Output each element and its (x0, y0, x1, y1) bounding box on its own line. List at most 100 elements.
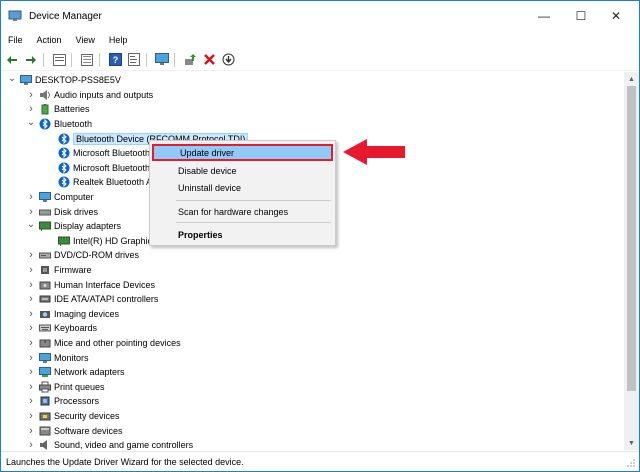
tree-node-label: IDE ATA/ATAPI controllers (54, 294, 159, 305)
details-button[interactable] (126, 52, 142, 68)
menu-help[interactable]: Help (102, 35, 135, 45)
chevron-right-icon[interactable]: › (26, 425, 36, 437)
tree-node-security-devices[interactable]: › Security devices (26, 409, 119, 424)
camera-icon (39, 308, 51, 320)
chevron-right-icon[interactable]: › (26, 322, 36, 334)
tree-node-bluetooth[interactable]: ⌄ Bluetooth (26, 117, 92, 132)
chevron-down-icon[interactable]: ⌄ (26, 219, 36, 230)
chevron-right-icon[interactable]: › (26, 103, 36, 115)
chevron-right-icon[interactable]: › (26, 381, 36, 393)
chevron-right-icon[interactable]: › (26, 206, 36, 218)
context-item-update-driver[interactable]: Update driver (152, 144, 333, 161)
monitor-button[interactable] (154, 52, 170, 68)
tree-node-intel-r-hd-graphics[interactable]: Intel(R) HD Graphics (45, 234, 157, 249)
context-item-disable-device[interactable]: Disable device (152, 162, 333, 179)
scan-button[interactable] (220, 52, 236, 68)
tree-node-monitors[interactable]: › Monitors (26, 350, 88, 365)
tree-node-label: Network adapters (54, 367, 125, 378)
speaker-icon (39, 89, 51, 101)
bluetooth-icon (39, 118, 51, 130)
tree-node-disk-drives[interactable]: › Disk drives (26, 204, 98, 219)
tree-node-audio-inputs-and-outputs[interactable]: › Audio inputs and outputs (26, 88, 153, 103)
tree-node-firmware[interactable]: › Firmware (26, 263, 92, 278)
context-item-scan-hardware[interactable]: Scan for hardware changes (152, 203, 333, 220)
chevron-right-icon[interactable]: › (26, 395, 36, 407)
context-separator (176, 200, 331, 201)
disk-icon (39, 206, 51, 218)
sound-icon (39, 439, 51, 450)
svg-text:?: ? (112, 55, 118, 65)
chevron-down-icon[interactable]: ⌄ (26, 117, 36, 128)
tree-node-dvd-cd-rom-drives[interactable]: › DVD/CD-ROM drives (26, 248, 139, 263)
chevron-right-icon[interactable]: › (26, 366, 36, 378)
back-arrow-icon (7, 55, 17, 64)
tree-node-computer[interactable]: › Computer (26, 190, 93, 205)
chevron-right-icon[interactable]: › (26, 337, 36, 349)
menu-view[interactable]: View (69, 35, 102, 45)
tree-node-network-adapters[interactable]: › Network adapters (26, 365, 125, 380)
tree-node-keyboards[interactable]: › Keyboards (26, 321, 97, 336)
chevron-right-icon[interactable]: › (26, 352, 36, 364)
context-menu: Update driver Disable device Uninstall d… (149, 140, 336, 246)
tree-node-label: Software devices (54, 425, 123, 436)
chevron-down-icon[interactable]: ⌄ (7, 73, 17, 84)
tree-node-print-queues[interactable]: › Print queues (26, 380, 104, 395)
help-button[interactable]: ? (107, 52, 123, 68)
tree-node-software-devices[interactable]: › Software devices (26, 423, 123, 438)
chevron-right-icon[interactable]: › (26, 308, 36, 320)
chip-icon (39, 264, 51, 276)
chevron-right-icon[interactable]: › (26, 191, 36, 203)
tree-node-imaging-devices[interactable]: › Imaging devices (26, 307, 119, 322)
scroll-down-icon[interactable]: ▼ (624, 436, 639, 450)
chevron-right-icon[interactable]: › (26, 410, 36, 422)
tree-root-node[interactable]: ⌄ DESKTOP-PSS8E5V (7, 73, 121, 88)
tree-node-label: Display adapters (54, 221, 122, 232)
printer-icon (39, 381, 51, 393)
context-item-label: Scan for hardware changes (178, 206, 289, 217)
chevron-right-icon[interactable]: › (26, 293, 36, 305)
resize-grip-icon[interactable] (626, 458, 636, 468)
menu-file[interactable]: File (1, 35, 30, 45)
toolbar-separator (43, 52, 44, 67)
chevron-right-icon[interactable]: › (26, 249, 36, 261)
chevron-right-icon[interactable]: › (26, 279, 36, 291)
context-item-uninstall-device[interactable]: Uninstall device (152, 179, 333, 196)
tree-node-human-interface-devices[interactable]: › Human Interface Devices (26, 277, 155, 292)
tree-node-ide-ata-atapi-controllers[interactable]: › IDE ATA/ATAPI controllers (26, 292, 158, 307)
monitor-icon (155, 53, 169, 65)
context-item-properties[interactable]: Properties (152, 226, 333, 243)
tree-node-batteries[interactable]: › Batteries (26, 102, 89, 117)
controller-icon (39, 293, 51, 305)
properties-button[interactable] (51, 52, 67, 68)
uninstall-button[interactable] (201, 52, 217, 68)
tree-node-mice-and-other-pointing-devices[interactable]: › Mice and other pointing devices (26, 336, 181, 351)
forward-button[interactable] (23, 52, 39, 68)
bluetooth-icon (58, 176, 70, 188)
tree-node-label: Firmware (54, 265, 92, 276)
processor-icon (39, 395, 51, 407)
vertical-scrollbar[interactable]: ▲ ▼ (624, 72, 639, 450)
back-button[interactable] (4, 52, 20, 68)
scroll-up-icon[interactable]: ▲ (624, 72, 639, 86)
tree-node-label: Mice and other pointing devices (54, 338, 181, 349)
tree-node-display-adapters[interactable]: ⌄ Display adapters (26, 219, 121, 234)
close-button[interactable]: ✕ (593, 1, 639, 31)
update-driver-button[interactable] (182, 52, 198, 68)
tree-node-processors[interactable]: › Processors (26, 394, 99, 409)
battery-icon (39, 103, 51, 115)
chevron-right-icon[interactable]: › (26, 264, 36, 276)
scrollbar-thumb[interactable] (627, 86, 636, 391)
network-icon (39, 366, 51, 378)
chevron-right-icon[interactable]: › (26, 89, 36, 101)
menu-action[interactable]: Action (30, 35, 69, 45)
chevron-right-icon[interactable]: › (26, 439, 36, 450)
device-manager-icon (8, 10, 22, 22)
window-title: Device Manager (29, 10, 102, 22)
scan-download-icon (222, 53, 234, 66)
tree-node-sound-video-and-game-controllers[interactable]: › Sound, video and game controllers (26, 438, 193, 450)
tree-view-button[interactable] (79, 52, 95, 68)
